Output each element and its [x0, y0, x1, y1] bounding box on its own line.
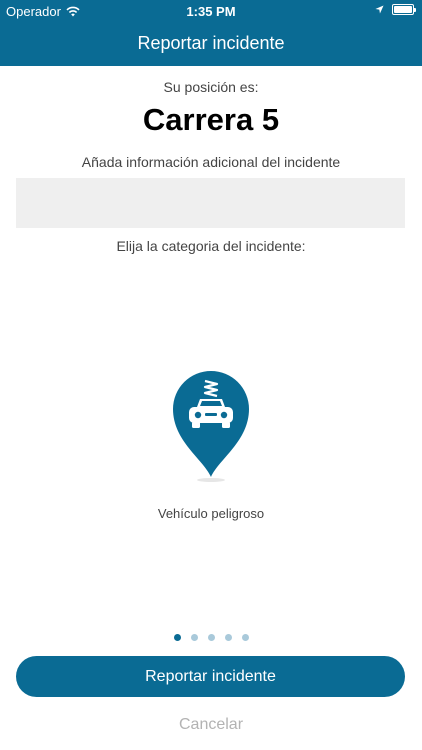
location-arrow-icon [375, 5, 384, 14]
street-name: Carrera 5 [142, 102, 280, 137]
category-option-dangerous-vehicle[interactable]: Vehículo peligroso [110, 360, 312, 530]
category-page-indicator[interactable] [0, 634, 422, 641]
page-dot-1[interactable] [173, 634, 181, 641]
status-right [375, 4, 416, 15]
app-header: Operador 1:35 PM Reportar incidente [0, 0, 422, 66]
page-dot-3[interactable] [207, 634, 215, 641]
additional-info-label: Añada información adicional del incident… [81, 154, 341, 170]
page-dot-2[interactable] [190, 634, 198, 641]
additional-info-input[interactable] [16, 178, 405, 228]
battery-level [394, 6, 412, 13]
dangerous-vehicle-pin-icon [173, 371, 249, 482]
page-dot-4[interactable] [224, 634, 232, 641]
cancel-button[interactable]: Cancelar [0, 716, 422, 734]
category-label: Elija la categoria del incidente: [116, 238, 306, 254]
page-dot-5[interactable] [241, 634, 249, 641]
category-name: Vehículo peligroso [157, 506, 265, 521]
status-bar: Operador 1:35 PM [0, 0, 422, 22]
position-label: Su posición es: [163, 79, 259, 95]
page-title: Reportar incidente [137, 33, 285, 53]
battery-icon [392, 4, 416, 15]
report-incident-button[interactable]: Reportar incidente [16, 656, 405, 697]
status-time: 1:35 PM [186, 4, 236, 19]
